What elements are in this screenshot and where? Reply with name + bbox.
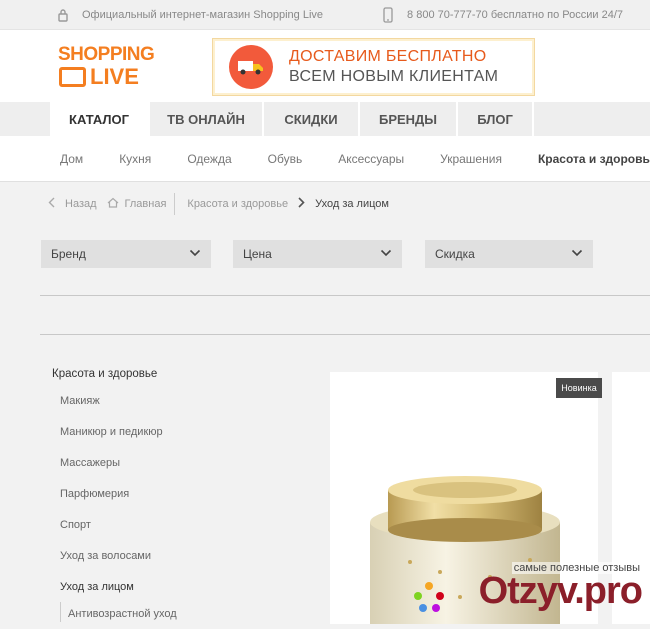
shopping-live-logo[interactable]: SHOPPING LIVE	[58, 44, 168, 90]
sidebar-item-sport[interactable]: Спорт	[60, 519, 91, 531]
chevron-down-icon	[189, 247, 201, 262]
chevron-down-icon	[380, 247, 392, 262]
breadcrumb-beauty[interactable]: Красота и здоровье	[187, 198, 288, 210]
free-delivery-banner[interactable]: ДОСТАВИМ БЕСПЛАТНО ВСЕМ НОВЫМ КЛИЕНТАМ	[212, 38, 535, 96]
sidebar-subtree-line	[60, 602, 61, 622]
new-badge: Новинка	[556, 378, 602, 398]
tv-icon	[59, 67, 86, 87]
discount-filter-label: Скидка	[435, 247, 475, 261]
tab-blog[interactable]: БЛОГ	[458, 102, 534, 136]
subnav-item-accessories[interactable]: Аксессуары	[338, 152, 404, 166]
home-icon[interactable]	[107, 197, 119, 211]
chevron-left-icon[interactable]	[48, 197, 55, 211]
otzyv-watermark: самые полезные отзывы Otzyv.pro	[412, 562, 643, 619]
breadcrumb: Назад Главная Красота и здоровье Уход за…	[0, 182, 650, 226]
sidebar-subitem-antiage[interactable]: Антивозрастной уход	[68, 608, 177, 620]
subnav-item-beauty[interactable]: Красота и здоровье	[538, 152, 650, 166]
banner-line1: ДОСТАВИМ БЕСПЛАТНО	[289, 48, 487, 65]
tab-discounts[interactable]: СКИДКИ	[264, 102, 360, 136]
chevron-right-icon	[298, 197, 305, 211]
tab-catalog[interactable]: КАТАЛОГ	[50, 102, 150, 136]
breadcrumb-back[interactable]: Назад	[65, 198, 97, 210]
sidebar-heading[interactable]: Красота и здоровье	[52, 368, 157, 380]
sidebar-item-massagers[interactable]: Массажеры	[60, 457, 120, 469]
lock-icon	[58, 8, 68, 22]
sidebar-item-makeup[interactable]: Макияж	[60, 395, 100, 407]
breadcrumb-divider	[174, 193, 176, 215]
subnav-item-kitchen[interactable]: Кухня	[119, 152, 151, 166]
subnav-item-clothes[interactable]: Одежда	[187, 152, 231, 166]
top-bar: Официальный интернет-магазин Shopping Li…	[0, 0, 650, 30]
discount-filter-select[interactable]: Скидка	[425, 240, 593, 268]
phone-icon	[383, 6, 393, 23]
banner-line2: ВСЕМ НОВЫМ КЛИЕНТАМ	[289, 68, 499, 85]
logo-line1: SHOPPING	[58, 44, 155, 65]
logo-line2: LIVE	[90, 64, 139, 89]
sidebar-item-manicure[interactable]: Маникюр и педикюр	[60, 426, 163, 438]
breadcrumb-current: Уход за лицом	[315, 198, 389, 210]
price-filter-label: Цена	[243, 247, 272, 261]
price-filter-select[interactable]: Цена	[233, 240, 402, 268]
chevron-down-icon	[571, 247, 583, 262]
main-nav: КАТАЛОГ ТВ ОНЛАЙН СКИДКИ БРЕНДЫ БЛОГ	[0, 102, 650, 136]
sidebar-item-facecare[interactable]: Уход за лицом	[60, 581, 134, 593]
brand-filter-select[interactable]: Бренд	[41, 240, 211, 268]
watermark-logo: Otzyv.pro	[478, 570, 643, 612]
phone-text[interactable]: 8 800 70-777-70 бесплатно по России 24/7	[407, 9, 623, 21]
delivery-truck-icon	[229, 45, 273, 89]
sidebar-item-perfume[interactable]: Парфюмерия	[60, 488, 129, 500]
subnav-item-home[interactable]: Дом	[60, 152, 83, 166]
subnav-item-jewelry[interactable]: Украшения	[440, 152, 502, 166]
divider	[40, 295, 650, 296]
brand-filter-label: Бренд	[51, 247, 86, 261]
category-subnav: Дом Кухня Одежда Обувь Аксессуары Украше…	[0, 136, 650, 182]
divider	[40, 334, 650, 335]
subnav-item-shoes[interactable]: Обувь	[268, 152, 303, 166]
tab-brands[interactable]: БРЕНДЫ	[360, 102, 458, 136]
sidebar-item-haircare[interactable]: Уход за волосами	[60, 550, 151, 562]
otzyv-logo-icon	[412, 580, 446, 619]
tab-tv-online[interactable]: ТВ ОНЛАЙН	[150, 102, 264, 136]
header: SHOPPING LIVE ДОСТАВИМ БЕСПЛАТНО ВСЕМ НО…	[0, 30, 650, 102]
shop-info-text: Официальный интернет-магазин Shopping Li…	[82, 8, 324, 21]
breadcrumb-home[interactable]: Главная	[125, 198, 167, 210]
